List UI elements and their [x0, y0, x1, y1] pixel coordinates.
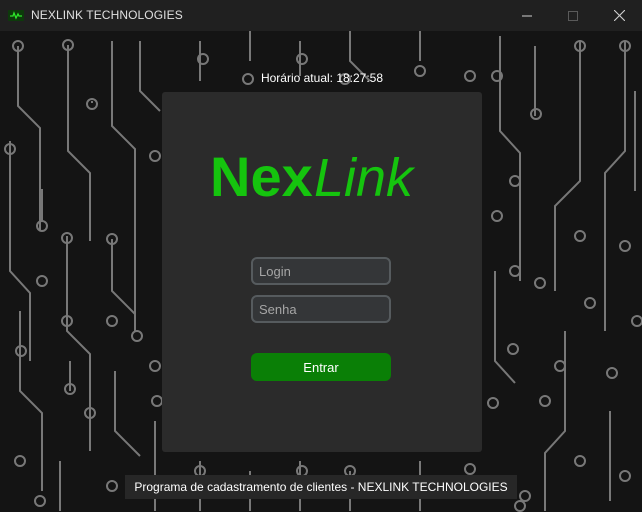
close-icon — [613, 10, 625, 21]
maximize-button[interactable] — [550, 0, 596, 31]
nexlink-logo: Nex Link — [210, 147, 416, 203]
close-button[interactable] — [596, 0, 642, 31]
minimize-icon — [522, 15, 532, 16]
current-time-label: Horário atual: 18:27:58 — [260, 71, 384, 85]
maximize-icon — [568, 10, 578, 21]
password-input[interactable] — [251, 295, 391, 323]
title-bar[interactable]: NEXLINK TECHNOLOGIES — [0, 0, 642, 31]
window-title: NEXLINK TECHNOLOGIES — [31, 8, 183, 22]
footer-label: Programa de cadastramento de clientes - … — [125, 475, 517, 499]
login-input[interactable] — [251, 257, 391, 285]
logo-text-link: Link — [314, 148, 416, 203]
minimize-button[interactable] — [504, 0, 550, 31]
app-window: NEXLINK TECHNOLOGIES Horário atual: 18:2… — [0, 0, 642, 512]
login-button[interactable]: Entrar — [251, 353, 391, 381]
logo-text-nex: Nex — [210, 147, 313, 203]
app-icon — [8, 10, 24, 21]
